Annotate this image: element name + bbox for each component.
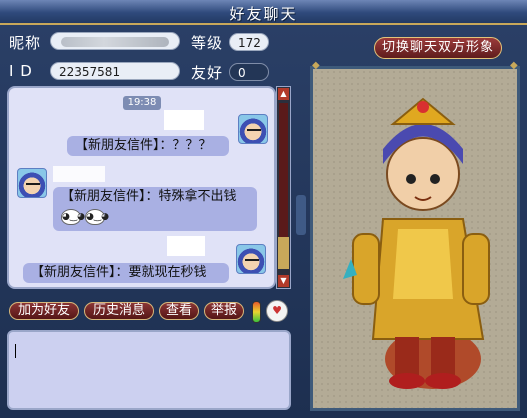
view-button[interactable]: 查看 <box>159 302 199 320</box>
message-input[interactable] <box>7 330 291 410</box>
scroll-up-icon[interactable]: ▲ <box>278 88 289 100</box>
history-button[interactable]: 历史消息 <box>84 302 154 320</box>
emoticon-icon: ◕‿◕ <box>61 209 85 225</box>
frame-ornament: ◆ <box>312 60 320 71</box>
energy-gauge-icon <box>252 301 261 323</box>
nickname-label: 昵称 <box>9 34 42 52</box>
sender-name-redacted <box>53 166 105 182</box>
chat-message-2: 【新朋友信件】：特殊拿不出钱 ◕‿◕ ◕‿◕ <box>53 187 257 231</box>
chat-message-1: 【新朋友信件】：？？？ <box>67 136 229 156</box>
report-button[interactable]: 举报 <box>204 302 244 320</box>
scroll-down-icon[interactable]: ▼ <box>278 275 289 287</box>
sender-name-redacted <box>167 236 205 256</box>
chat-history[interactable]: 19:38 【新朋友信件】：？？？ 【新朋友信件】：特殊拿不出钱 ◕‿◕ ◕‿◕… <box>7 86 276 289</box>
frame-ornament: ◆ <box>510 60 518 71</box>
friendship-field: 0 <box>229 63 269 81</box>
friendship-label: 友好 <box>191 64 224 82</box>
emoticon-icon: ◕‿◕ <box>85 209 109 225</box>
chat-message-3: 【新朋友信件】：要就现在秒钱 <box>23 263 229 283</box>
switch-portrait-button[interactable]: 切换聊天双方形象 <box>374 37 502 59</box>
sender-name-redacted <box>164 110 204 130</box>
title-bar: 好友聊天 <box>0 0 527 25</box>
avatar-icon <box>17 168 47 198</box>
chat-message-2-text: 【新朋友信件】：特殊拿不出钱 <box>61 189 237 204</box>
nickname-field <box>50 32 180 50</box>
id-field: 22357581 <box>50 62 180 80</box>
avatar-icon <box>238 114 268 144</box>
level-label: 等级 <box>191 34 224 52</box>
chat-scrollbar[interactable]: ▲ ▼ <box>276 86 291 289</box>
character-figure <box>343 97 490 389</box>
text-caret <box>15 344 16 358</box>
collapse-tab[interactable] <box>296 195 306 235</box>
message-timestamp: 19:38 <box>123 96 161 110</box>
avatar-icon <box>236 244 266 274</box>
id-label: I D <box>9 62 33 80</box>
scroll-track[interactable] <box>279 103 288 253</box>
pet-icon[interactable]: ♥ <box>266 300 288 322</box>
add-friend-button[interactable]: 加为好友 <box>9 302 79 320</box>
level-field: 172 <box>229 33 269 51</box>
window-title: 好友聊天 <box>229 5 298 23</box>
character-portrait <box>310 66 520 411</box>
scroll-thumb[interactable] <box>278 237 289 269</box>
nickname-redacted <box>61 37 169 47</box>
